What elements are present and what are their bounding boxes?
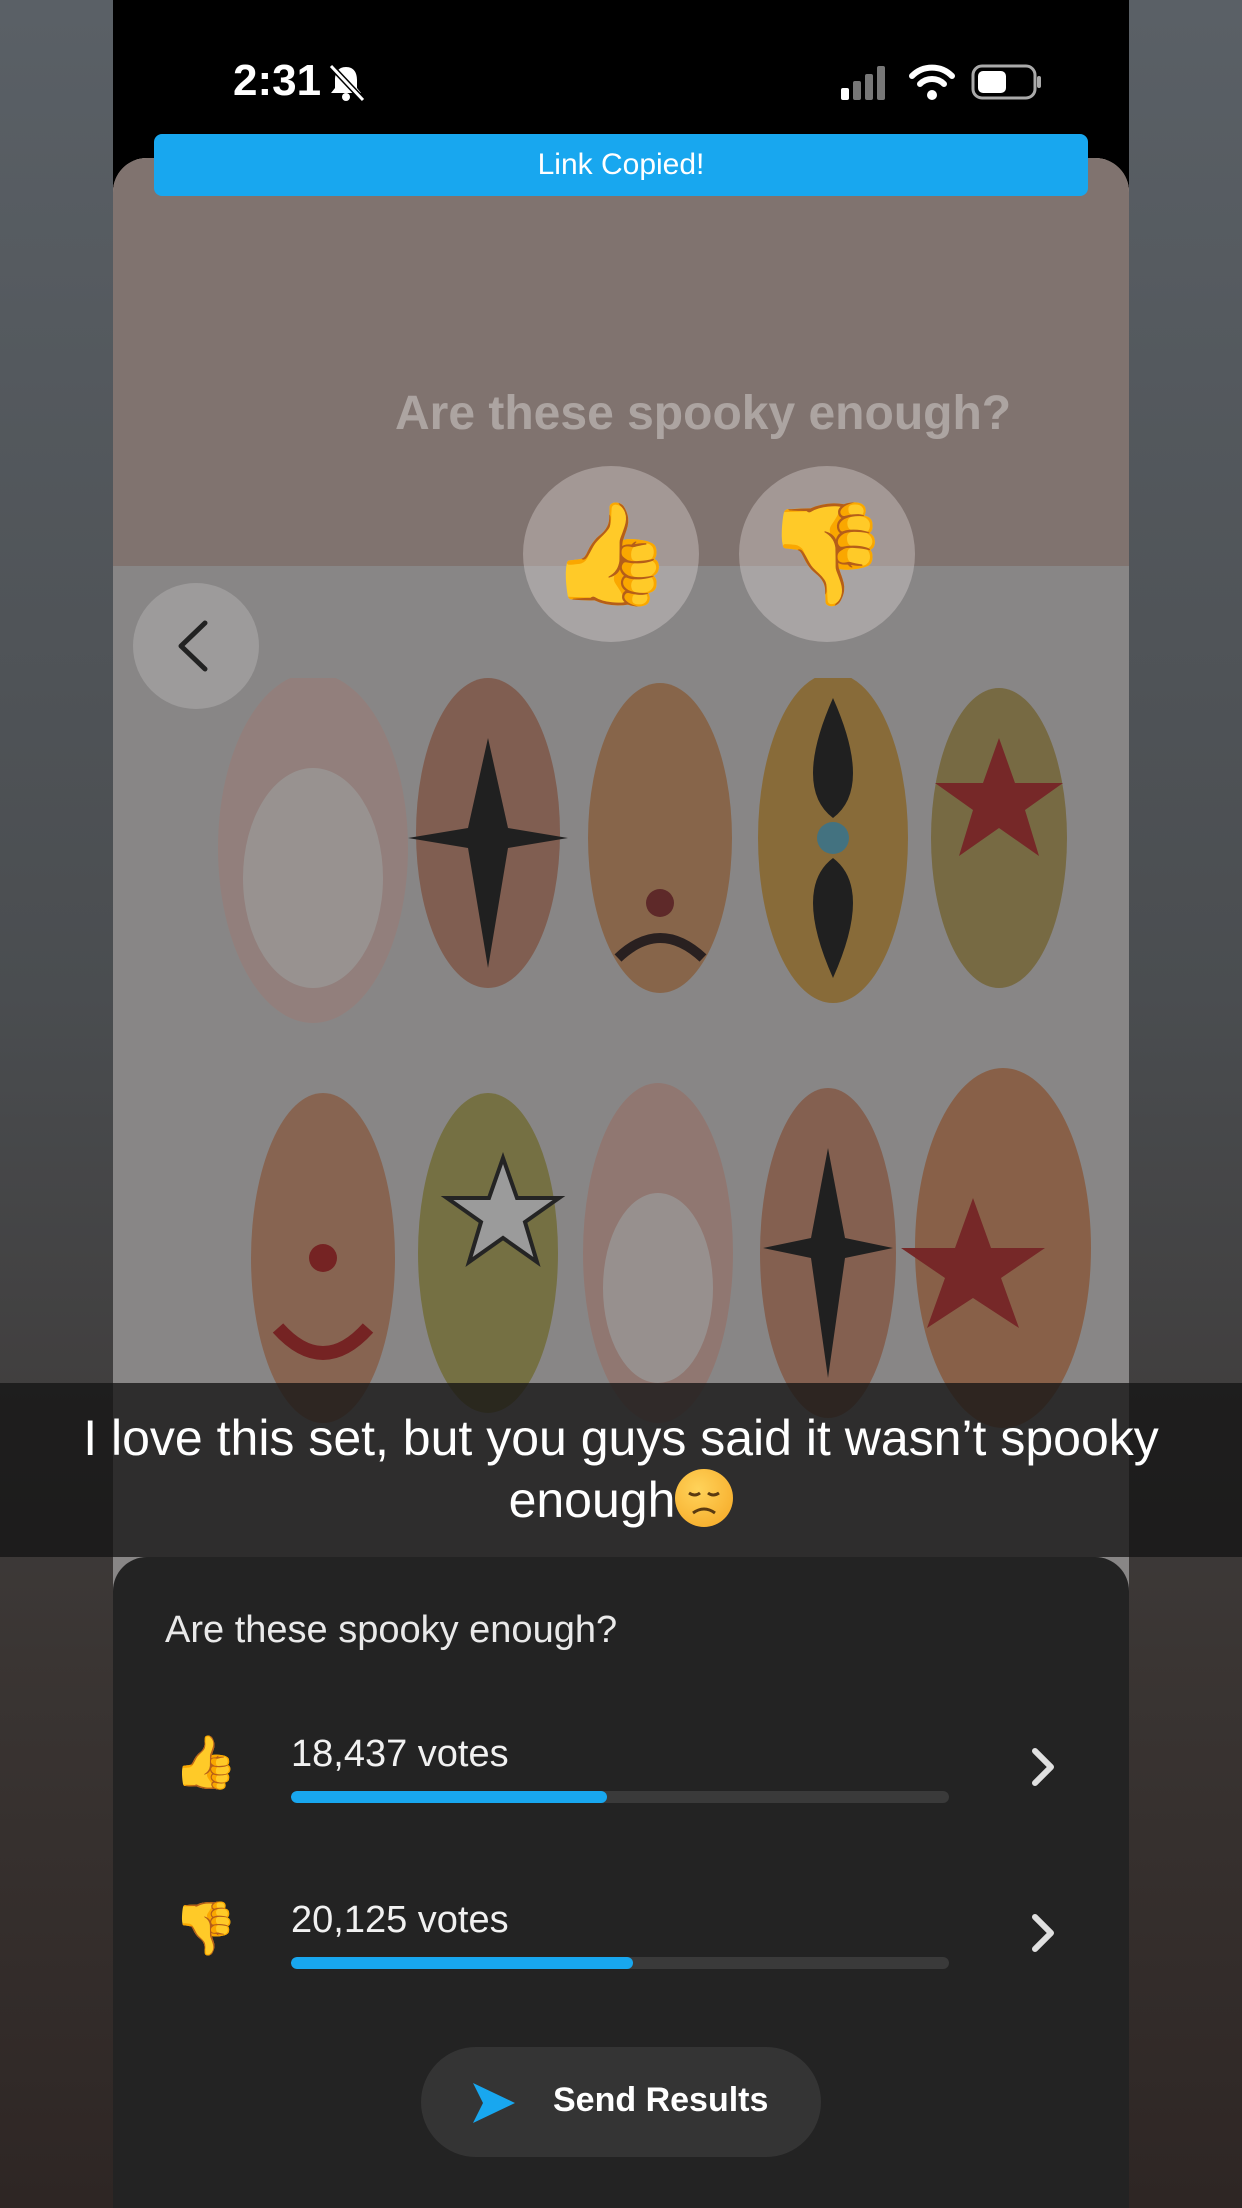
chevron-right-icon[interactable]	[1029, 1745, 1059, 1789]
thumbs-down-icon[interactable]: 👎	[739, 466, 915, 642]
vote-count: 18,437 votes	[291, 1733, 509, 1775]
vote-progress-track	[291, 1791, 949, 1803]
vote-count: 20,125 votes	[291, 1899, 509, 1941]
signal-icon	[841, 66, 885, 100]
thumbs-down-icon: 👎	[173, 1899, 238, 1959]
link-copied-toast: Link Copied!	[154, 134, 1088, 196]
send-results-label: Send Results	[553, 2081, 769, 2119]
wifi-icon	[909, 64, 955, 100]
vote-option-yes[interactable]: 👍 18,437 votes	[165, 1733, 1085, 1823]
caption-line-2-wrap: enough	[0, 1469, 1242, 1531]
caption-line-2: enough	[508, 1472, 676, 1528]
back-button[interactable]	[133, 583, 259, 709]
chevron-left-icon	[178, 620, 208, 672]
thumbs-up-icon: 👍	[173, 1733, 238, 1793]
status-bar: 2:31	[113, 0, 1129, 150]
bell-slash-icon	[328, 63, 366, 103]
vote-option-no[interactable]: 👎 20,125 votes	[165, 1899, 1085, 1989]
background-question: Are these spooky enough?	[395, 387, 1012, 440]
vote-progress-fill	[291, 1791, 607, 1803]
send-arrow-icon	[473, 2083, 515, 2123]
vote-progress-fill	[291, 1957, 634, 1969]
send-results-button[interactable]: Send Results	[421, 2047, 821, 2157]
story-caption: I love this set, but you guys said it wa…	[0, 1383, 1242, 1557]
caption-line-1: I love this set, but you guys said it wa…	[83, 1410, 1159, 1466]
thumbs-up-icon[interactable]: 👍	[523, 466, 699, 642]
status-time: 2:31	[233, 56, 322, 105]
poll-results-sheet: Are these spooky enough? 👍 18,437 votes …	[113, 1557, 1129, 2208]
disappointed-face-icon	[675, 1469, 734, 1527]
battery-icon	[971, 64, 1041, 100]
vote-progress-track	[291, 1957, 949, 1969]
poll-question: Are these spooky enough?	[165, 1609, 618, 1651]
chevron-right-icon[interactable]	[1029, 1911, 1059, 1955]
